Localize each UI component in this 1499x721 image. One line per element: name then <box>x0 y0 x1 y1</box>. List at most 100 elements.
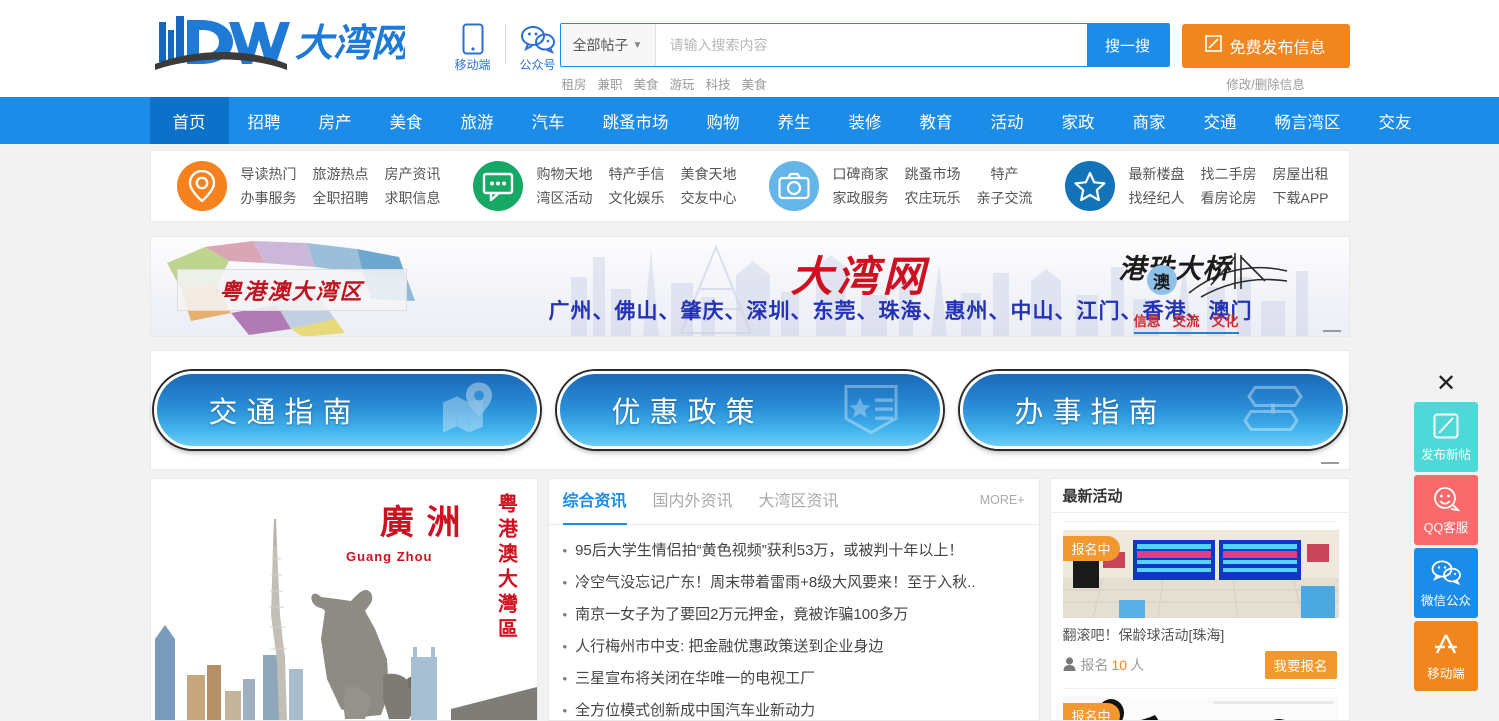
news-more-link[interactable]: MORE+ <box>980 493 1025 507</box>
news-tabs: 综合资讯 国内外资讯 大湾区资讯 <box>548 479 1039 525</box>
traffic-guide-button[interactable]: 交通指南 <box>153 371 540 449</box>
quick-link[interactable]: 办事服务 <box>241 188 297 208</box>
quick-link[interactable]: 下载APP <box>1273 188 1329 208</box>
news-tab-2[interactable]: 国内外资讯 <box>653 479 733 525</box>
hot-word[interactable]: 科技 <box>706 74 731 93</box>
nav-item-14[interactable]: 商家 <box>1114 97 1185 144</box>
quick-link[interactable]: 导读热门 <box>241 164 297 184</box>
site-logo[interactable]: 大湾网 <box>154 8 405 78</box>
activity-thumbnail[interactable]: 报名中 <box>1062 697 1339 720</box>
quick-link[interactable]: 旅游热点 <box>313 164 369 184</box>
nav-item-9[interactable]: 养生 <box>759 97 830 144</box>
float-button-label: 移动端 <box>1427 666 1465 681</box>
news-list-item[interactable]: • 95后大学生情侣拍“黄色视频”获利53万，或被判十年以上！ <box>563 535 1025 567</box>
quick-links-group-1: 导读热门 旅游热点 房产资讯办事服务 全职招聘 求职信息 <box>151 161 447 211</box>
service-guide-button[interactable]: 办事指南 <box>959 371 1346 449</box>
quick-link[interactable]: 口碑商家 <box>833 164 889 184</box>
nav-item-label: 首页 <box>172 113 206 132</box>
modify-delete-info-link[interactable]: 修改/删除信息 <box>1182 74 1350 93</box>
quick-link[interactable]: 找经纪人 <box>1129 188 1185 208</box>
wechat-official-entry[interactable]: 公众号 <box>510 22 566 73</box>
nav-item-8[interactable]: 购物 <box>688 97 759 144</box>
big-buttons-collapse-handle[interactable] <box>1320 462 1339 464</box>
quick-link[interactable]: 全职招聘 <box>313 188 369 208</box>
nav-item-label: 商家 <box>1132 113 1166 132</box>
nav-item-13[interactable]: 家政 <box>1043 97 1114 144</box>
search-button[interactable]: 搜一搜 <box>1086 24 1169 66</box>
publish-free-info-button[interactable]: 免费发布信息 <box>1181 24 1350 68</box>
news-tab-1[interactable]: 综合资讯 <box>562 479 627 525</box>
nav-item-16[interactable]: 畅言湾区 <box>1256 97 1360 144</box>
quick-link[interactable]: 文化娱乐 <box>609 188 665 208</box>
banner-tag[interactable]: 信息 <box>1134 310 1161 330</box>
float-button-4[interactable]: 移动端 <box>1414 621 1478 691</box>
activity-item[interactable]: 报名中 <box>1062 697 1339 720</box>
region-banner[interactable]: 粤港澳大湾区 大湾网 广州、佛山、肇庆、深圳、东莞、珠海、惠州、中山、江门、香港… <box>149 236 1350 337</box>
quick-link[interactable]: 特产手信 <box>609 164 665 184</box>
activity-signup-button[interactable]: 我要报名 <box>1264 651 1337 679</box>
activity-title[interactable]: 翻滚吧！保龄球活动[珠海] <box>1063 625 1337 645</box>
search-input[interactable] <box>655 24 1087 66</box>
nav-item-5[interactable]: 旅游 <box>442 97 513 144</box>
nav-item-12[interactable]: 活动 <box>972 97 1043 144</box>
float-button-3[interactable]: 微信公众 <box>1414 548 1478 618</box>
activity-meta: 报名 10 人 我要报名 <box>1063 651 1337 679</box>
activity-item[interactable]: 报名中 翻滚吧！保龄球活动[珠海] 报名 10 人 我要报名 <box>1062 530 1339 679</box>
hot-word[interactable]: 租房 <box>562 74 587 93</box>
discount-policy-button[interactable]: 优惠政策 <box>556 371 943 449</box>
news-list-item[interactable]: • 南京一女子为了要回2万元押金，竟被诈骗100多万 <box>563 599 1025 631</box>
hot-word[interactable]: 美食 <box>634 74 659 93</box>
banner-collapse-handle[interactable] <box>1322 330 1341 332</box>
hot-word[interactable]: 兼职 <box>598 74 623 93</box>
close-icon[interactable]: ✕ <box>1407 370 1485 398</box>
banner-tag[interactable]: 文化 <box>1212 310 1239 330</box>
quick-link[interactable]: 农庄玩乐 <box>905 188 961 208</box>
nav-item-6[interactable]: 汽车 <box>513 97 584 144</box>
camera-icon[interactable] <box>768 161 819 211</box>
search-category-select[interactable]: 全部帖子 ▼ <box>560 24 656 66</box>
page-root: 大湾网 移动端 公众号 全部帖子 ▼ 请输入搜索内容 搜一搜 租房 兼职 美食 … <box>0 0 1499 721</box>
news-list-item[interactable]: • 人行梅州市中支: 把金融优惠政策送到企业身边 <box>563 631 1025 663</box>
star-icon[interactable] <box>1064 161 1115 211</box>
hot-word[interactable]: 美食 <box>742 74 767 93</box>
quick-link[interactable]: 看房论房 <box>1201 188 1257 208</box>
float-button-1[interactable]: 发布新帖 <box>1414 402 1478 472</box>
news-list-item[interactable]: • 冷空气没忘记广东！周末带着雷雨+8级大风要来！至于入秋.. <box>563 567 1025 599</box>
news-tab-3[interactable]: 大湾区资讯 <box>759 479 839 525</box>
quick-link[interactable]: 房屋出租 <box>1273 164 1329 184</box>
location-pin-icon[interactable] <box>176 161 227 211</box>
quick-link[interactable]: 跳蚤市场 <box>905 164 961 184</box>
quick-link[interactable]: 购物天地 <box>537 164 593 184</box>
nav-item-7[interactable]: 跳蚤市场 <box>584 97 688 144</box>
quick-link[interactable]: 最新楼盘 <box>1129 164 1185 184</box>
quick-link[interactable]: 家政服务 <box>833 188 889 208</box>
nav-item-3[interactable]: 房产 <box>300 97 371 144</box>
smiley-icon <box>1432 485 1460 513</box>
mobile-app-entry[interactable]: 移动端 <box>445 22 501 73</box>
quick-link[interactable]: 房产资讯 <box>385 164 441 184</box>
quick-link[interactable]: 特产 <box>977 164 1033 184</box>
news-list-item[interactable]: • 三星宣布将关闭在华唯一的电视工厂 <box>563 663 1025 695</box>
nav-item-17[interactable]: 交友 <box>1360 97 1431 144</box>
quick-link[interactable]: 湾区活动 <box>537 188 593 208</box>
nav-item-10[interactable]: 装修 <box>830 97 901 144</box>
chat-bubble-icon[interactable] <box>472 161 523 211</box>
quick-link[interactable]: 美食天地 <box>681 164 737 184</box>
guangzhou-photo-card[interactable]: 廣 洲 Guang Zhou 粤港澳大灣區 <box>149 478 538 721</box>
banner-tag[interactable]: 交流 <box>1173 310 1200 330</box>
traffic-guide-label: 交通指南 <box>208 397 361 429</box>
nav-item-11[interactable]: 教育 <box>901 97 972 144</box>
nav-item-1[interactable]: 首页 <box>149 97 229 144</box>
activity-thumbnail[interactable]: 报名中 <box>1062 530 1339 618</box>
news-list-item[interactable]: • 全方位模式创新成中国汽车业新动力 <box>563 695 1025 721</box>
quick-link[interactable]: 找二手房 <box>1201 164 1257 184</box>
quick-link[interactable]: 求职信息 <box>385 188 441 208</box>
publish-button-label: 免费发布信息 <box>1229 40 1326 57</box>
quick-link[interactable]: 交友中心 <box>681 188 737 208</box>
quick-link[interactable]: 亲子交流 <box>977 188 1033 208</box>
nav-item-15[interactable]: 交通 <box>1185 97 1256 144</box>
nav-item-4[interactable]: 美食 <box>371 97 442 144</box>
float-button-2[interactable]: QQ客服 <box>1414 475 1478 545</box>
nav-item-2[interactable]: 招聘 <box>229 97 300 144</box>
hot-word[interactable]: 游玩 <box>670 74 695 93</box>
